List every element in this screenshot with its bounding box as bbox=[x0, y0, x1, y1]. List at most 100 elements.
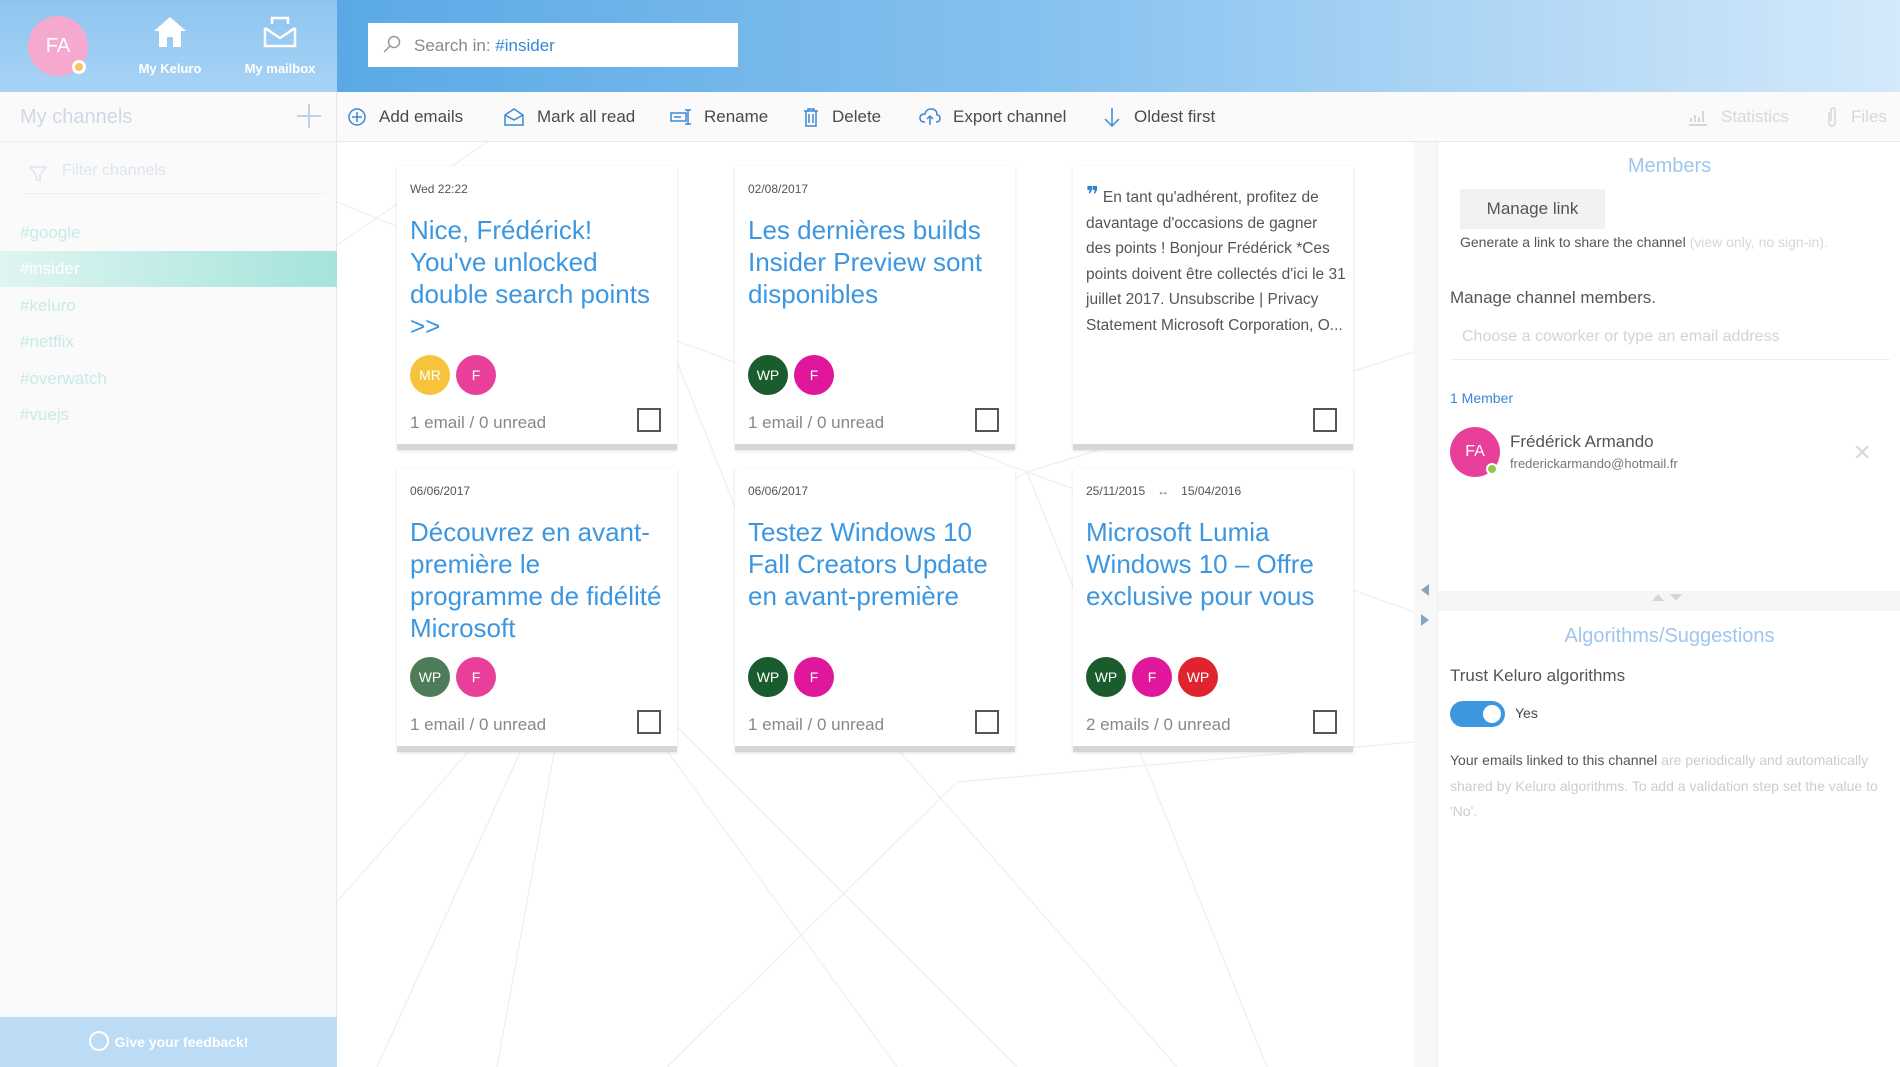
search-input[interactable]: Search in: #insider bbox=[368, 23, 738, 67]
user-initials: FA bbox=[45, 34, 71, 57]
card-checkbox[interactable] bbox=[975, 408, 999, 432]
status-dot bbox=[72, 60, 86, 74]
algorithms-description: Your emails linked to this channel are p… bbox=[1450, 748, 1890, 825]
rename-icon bbox=[670, 109, 691, 125]
channel-item[interactable]: #keluro bbox=[0, 288, 337, 324]
date-to: 15/04/2016 bbox=[1181, 484, 1242, 498]
card-count: 1 email / 0 unread bbox=[748, 413, 885, 432]
arrow-down-icon bbox=[1104, 108, 1120, 128]
member-count: 1 Member bbox=[1450, 390, 1514, 406]
channel-card[interactable]: 25/11/2015 ↔ 15/04/2016 Microsoft Lumia Wi… bbox=[1073, 468, 1353, 752]
card-date: 06/06/2017 bbox=[748, 484, 809, 498]
filter-channels-input[interactable] bbox=[62, 162, 302, 180]
avatar: MR bbox=[410, 355, 450, 395]
manage-members-label: Manage channel members. bbox=[1450, 288, 1657, 307]
member-initials: FA bbox=[1465, 443, 1485, 460]
date-from: 25/11/2015 bbox=[1086, 484, 1146, 498]
add-emails-button[interactable]: Add emails bbox=[347, 92, 463, 142]
card-date-range: 25/11/2015 ↔ 15/04/2016 bbox=[1086, 484, 1241, 498]
channel-card[interactable]: Wed 22:22 Nice, Frédérick! You've unlock… bbox=[397, 166, 677, 450]
statistics-icon bbox=[1689, 111, 1707, 126]
avatar: F bbox=[794, 355, 834, 395]
toolbar-label: Delete bbox=[832, 107, 882, 126]
paperclip-icon bbox=[1828, 107, 1836, 127]
coworker-field bbox=[1450, 320, 1890, 360]
card-checkbox[interactable] bbox=[975, 710, 999, 734]
generate-note: (view only, no sign-in). bbox=[1689, 234, 1828, 250]
mark-all-read-button[interactable]: Mark all read bbox=[503, 92, 635, 142]
card-checkbox[interactable] bbox=[637, 408, 661, 432]
mailbox-icon bbox=[263, 16, 297, 48]
trash-icon bbox=[804, 108, 818, 127]
toolbar-label: Export channel bbox=[953, 107, 1067, 126]
card-avatars: WP F WP bbox=[1086, 657, 1224, 697]
card-date: 06/06/2017 bbox=[410, 484, 471, 498]
card-title[interactable]: Microsoft Lumia Windows 10 – Offre exclu… bbox=[1086, 516, 1346, 612]
generate-text: Generate a link to share the channel bbox=[1460, 234, 1686, 250]
delete-button[interactable]: Delete bbox=[802, 92, 881, 142]
sidebar-header: FA My Keluro My mailbox bbox=[0, 0, 337, 92]
add-channel-icon[interactable] bbox=[295, 102, 323, 130]
member-name: Frédérick Armando bbox=[1510, 432, 1654, 451]
rename-button[interactable]: Rename bbox=[670, 92, 768, 142]
card-avatars: WP F bbox=[748, 355, 840, 395]
cards-area: Wed 22:22 Nice, Frédérick! You've unlock… bbox=[337, 142, 1414, 1067]
files-button[interactable]: Files bbox=[1825, 92, 1887, 142]
card-avatars: MR F bbox=[410, 355, 502, 395]
export-channel-button[interactable]: Export channel bbox=[919, 92, 1066, 142]
channel-card-quote[interactable]: ❞ En tant qu'adhérent, profitez de davant… bbox=[1073, 166, 1353, 450]
card-title[interactable]: Les dernières builds Insider Preview son… bbox=[748, 214, 1008, 310]
channel-card[interactable]: 06/06/2017 Testez Windows 10 Fall Creato… bbox=[735, 468, 1015, 752]
card-title[interactable]: Testez Windows 10 Fall Creators Update e… bbox=[748, 516, 1008, 612]
toolbar-label: Rename bbox=[704, 107, 769, 126]
feedback-label: Give your feedback! bbox=[114, 1034, 249, 1050]
algo-desc-1: Your emails linked to this channel bbox=[1450, 752, 1658, 768]
toolbar-label: Files bbox=[1851, 107, 1887, 126]
nav-label: My Keluro bbox=[138, 61, 202, 76]
search-icon bbox=[383, 35, 401, 53]
channel-card[interactable]: 02/08/2017 Les dernières builds Insider … bbox=[735, 166, 1015, 450]
nav-my-keluro[interactable]: My Keluro bbox=[120, 14, 220, 76]
channels-header: My channels bbox=[0, 92, 337, 142]
collapse-panel-handle[interactable] bbox=[1419, 580, 1431, 630]
channel-item[interactable]: #netflix bbox=[0, 324, 337, 360]
channel-item-active[interactable]: #insider bbox=[0, 251, 337, 287]
avatar: F bbox=[456, 657, 496, 697]
channel-card[interactable]: 06/06/2017 Découvrez en avant-première l… bbox=[397, 468, 677, 752]
user-avatar[interactable]: FA bbox=[28, 16, 88, 76]
manage-link-button[interactable]: Manage link bbox=[1460, 189, 1605, 229]
resize-arrows-icon[interactable] bbox=[1648, 589, 1688, 605]
home-icon bbox=[154, 17, 186, 47]
quote-icon: ❞ bbox=[1086, 182, 1099, 207]
card-quote-text: En tant qu'adhérent, profitez de davanta… bbox=[1086, 189, 1346, 334]
trust-label: Trust Keluro algorithms bbox=[1450, 666, 1626, 685]
avatar: WP bbox=[1178, 657, 1218, 697]
filter-channels bbox=[20, 158, 326, 194]
filter-icon bbox=[28, 166, 48, 183]
card-title[interactable]: Nice, Frédérick! You've unlocked double … bbox=[410, 214, 670, 342]
card-checkbox[interactable] bbox=[1313, 710, 1337, 734]
coworker-input[interactable] bbox=[1462, 328, 1882, 346]
channel-item[interactable]: #google bbox=[0, 215, 337, 251]
toolbar: Add emails Mark all read Rename Delete E… bbox=[337, 92, 1900, 142]
right-panel: Members Manage link Generate a link to s… bbox=[1437, 142, 1900, 1067]
nav-my-mailbox[interactable]: My mailbox bbox=[230, 14, 330, 76]
channel-item[interactable]: #overwatch bbox=[0, 361, 337, 397]
top-bar: Search in: #insider bbox=[337, 0, 1900, 92]
remove-member-icon[interactable]: ✕ bbox=[1853, 440, 1871, 466]
avatar: WP bbox=[748, 657, 788, 697]
avatar: WP bbox=[1086, 657, 1126, 697]
card-count: 2 emails / 0 unread bbox=[1086, 715, 1231, 734]
card-checkbox[interactable] bbox=[1313, 408, 1337, 432]
oldest-first-button[interactable]: Oldest first bbox=[1102, 92, 1215, 142]
card-checkbox[interactable] bbox=[637, 710, 661, 734]
feedback-button[interactable]: Give your feedback! bbox=[0, 1017, 337, 1067]
status-dot bbox=[1486, 463, 1498, 475]
toolbar-label: Statistics bbox=[1721, 107, 1790, 126]
sidebar: FA My Keluro My mailbox My channels #goo… bbox=[0, 0, 337, 1067]
channel-item[interactable]: #vuejs bbox=[0, 397, 337, 433]
card-date: 02/08/2017 bbox=[748, 182, 809, 196]
statistics-button[interactable]: Statistics bbox=[1687, 92, 1789, 142]
card-title[interactable]: Découvrez en avant-première le programme… bbox=[410, 516, 670, 644]
trust-toggle[interactable] bbox=[1450, 701, 1505, 727]
